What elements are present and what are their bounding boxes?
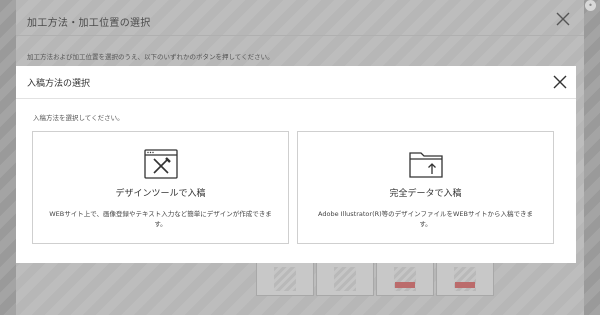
outer-dialog-title: 加工方法・加工位置の選択 xyxy=(27,18,151,29)
option-description: WEBサイト上で、画像登録やテキスト入力など簡単にデザインが作成できます。 xyxy=(49,210,272,228)
folder-upload-icon xyxy=(408,152,443,178)
print-position-marker xyxy=(395,282,415,288)
position-thumbnail-4[interactable] xyxy=(436,262,494,296)
option-description: Adobe Illustrator(R)等のデザインファイルをWEBサイトから入… xyxy=(318,210,533,228)
outer-divider xyxy=(16,35,584,36)
position-thumbnail-3[interactable] xyxy=(376,262,434,296)
submission-method-modal: 入稿方法の選択 入稿方法を選択してください。 デザインツールで入稿 WEBサイト… xyxy=(16,66,576,263)
modal-title: 入稿方法の選択 xyxy=(27,79,91,89)
settings-icon[interactable]: • xyxy=(585,0,596,11)
design-tool-option-button[interactable]: デザインツールで入稿 WEBサイト上で、画像登録やテキスト入力など簡単にデザイン… xyxy=(32,131,289,244)
modal-divider xyxy=(16,98,576,99)
outer-dialog-instruction: 加工方法および加工位置を選択のうえ、以下のいずれかのボタンを押してください。 xyxy=(27,53,274,61)
print-position-marker xyxy=(455,282,475,288)
thumbnail-image xyxy=(274,267,296,291)
option-title: デザインツールで入稿 xyxy=(115,189,206,199)
thumbnail-image xyxy=(334,267,356,291)
complete-data-option-button[interactable]: 完全データで入稿 Adobe Illustrator(R)等のデザインファイルを… xyxy=(297,131,554,244)
design-tool-icon xyxy=(143,149,178,179)
modal-instruction: 入稿方法を選択してください。 xyxy=(33,114,124,122)
position-thumbnail-2[interactable] xyxy=(316,262,374,296)
position-thumbnail-1[interactable] xyxy=(256,262,314,296)
outer-close-icon[interactable] xyxy=(556,12,570,26)
option-title: 完全データで入稿 xyxy=(389,189,462,199)
close-icon[interactable] xyxy=(553,75,567,89)
